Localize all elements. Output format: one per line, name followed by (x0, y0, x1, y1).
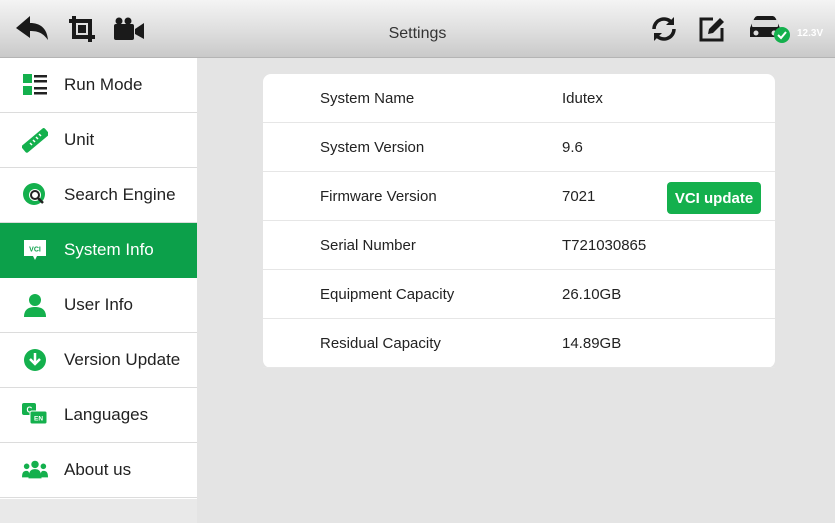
vci-icon: VCI (22, 237, 48, 263)
sidebar-item-label: Version Update (64, 350, 181, 369)
info-row-residual-capacity: Residual Capacity 14.89GB (263, 319, 775, 368)
top-bar: Settings 12.3V (0, 0, 835, 58)
back-arrow-icon[interactable] (12, 9, 52, 49)
ruler-icon (22, 127, 48, 153)
languages-icon: C EN (22, 402, 48, 428)
sidebar-item-label: Languages (64, 405, 149, 424)
sidebar-item-label: About us (64, 460, 132, 479)
voltage-readout: 12.3V (797, 28, 824, 39)
sidebar-item-label: System Info (64, 240, 154, 259)
sidebar-item-system-info[interactable]: VCI System Info (0, 223, 197, 278)
sidebar-item-label: Run Mode (64, 75, 143, 94)
info-label: Equipment Capacity (320, 286, 455, 303)
sidebar-item-run-mode[interactable]: Run Mode (0, 58, 197, 113)
info-row-serial-number: Serial Number T721030865 (263, 221, 775, 270)
info-label: Serial Number (320, 237, 416, 254)
search-engine-icon (22, 182, 48, 208)
refresh-icon[interactable] (644, 9, 684, 49)
sidebar-item-label: Search Engine (64, 185, 176, 204)
info-value: 9.6 (562, 139, 583, 156)
sidebar-item-label: Unit (64, 130, 95, 149)
info-label: System Name (320, 90, 415, 107)
download-icon (22, 347, 48, 373)
group-icon (22, 457, 48, 483)
crop-icon[interactable] (62, 9, 102, 49)
settings-sidebar: Run Mode Unit Search Engine VCI System I… (0, 58, 197, 499)
info-label: Residual Capacity (320, 335, 441, 352)
user-icon (22, 292, 48, 318)
info-value: 14.89GB (562, 335, 622, 352)
system-info-panel: System Name Idutex System Version 9.6 Fi… (263, 74, 775, 368)
edit-icon[interactable] (692, 9, 732, 49)
vehicle-connected-icon[interactable] (744, 9, 794, 49)
info-label: System Version (320, 139, 425, 156)
info-value: 7021 (562, 188, 596, 205)
sidebar-item-languages[interactable]: C EN Languages (0, 388, 197, 443)
info-row-system-name: System Name Idutex (263, 74, 775, 123)
sidebar-item-user-info[interactable]: User Info (0, 278, 197, 333)
video-camera-icon[interactable] (110, 9, 150, 49)
info-value: 26.10GB (562, 286, 622, 303)
info-row-equipment-capacity: Equipment Capacity 26.10GB (263, 270, 775, 319)
run-mode-icon (22, 72, 48, 98)
sidebar-item-unit[interactable]: Unit (0, 113, 197, 168)
sidebar-item-about-us[interactable]: About us (0, 443, 197, 498)
sidebar-footer (0, 499, 197, 523)
sidebar-item-label: User Info (64, 295, 133, 314)
svg-text:EN: EN (34, 416, 43, 423)
info-row-system-version: System Version 9.6 (263, 123, 775, 172)
info-value: T721030865 (562, 237, 647, 254)
info-label: Firmware Version (320, 188, 437, 205)
vci-update-button[interactable]: VCI update (667, 182, 761, 214)
sidebar-item-search-engine[interactable]: Search Engine (0, 168, 197, 223)
svg-text:VCI: VCI (29, 247, 41, 254)
info-value: Idutex (562, 90, 603, 107)
sidebar-item-version-update[interactable]: Version Update (0, 333, 197, 388)
